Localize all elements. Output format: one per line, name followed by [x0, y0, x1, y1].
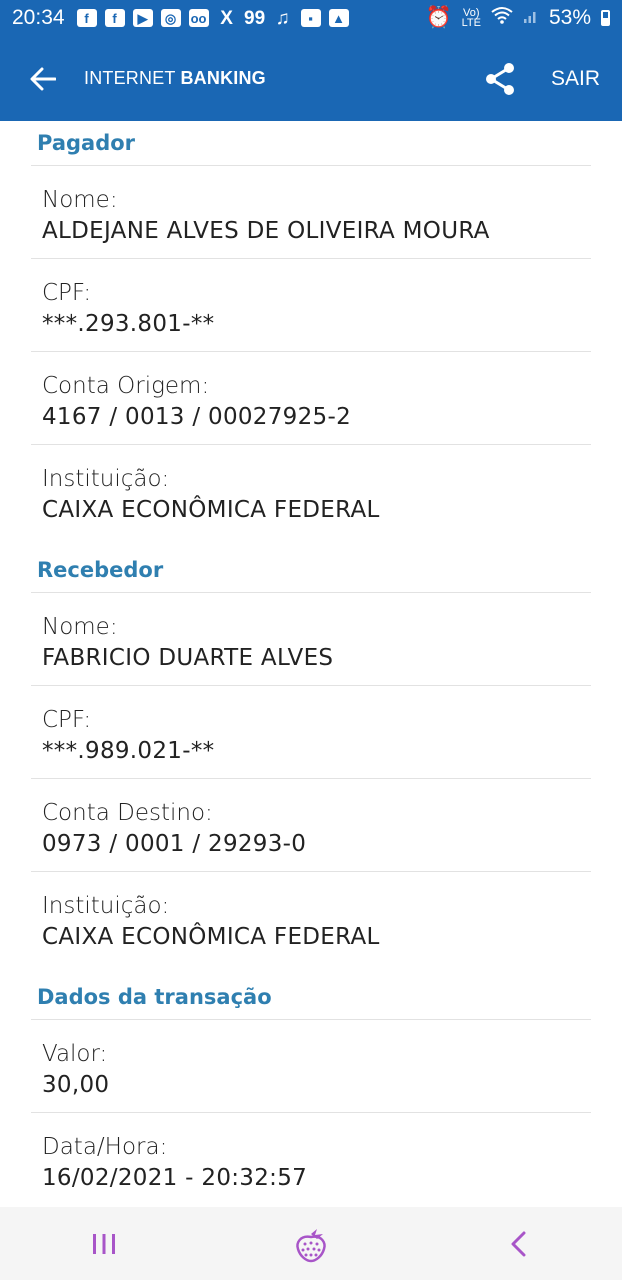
pagador-section: Pagador Nome: ALDEJANE ALVES DE OLIVEIRA…: [0, 121, 622, 537]
recent-apps-icon: [92, 1233, 115, 1254]
field-label: Valor:: [42, 1041, 108, 1067]
home-button[interactable]: [281, 1214, 341, 1274]
back-chevron-icon: [511, 1231, 526, 1256]
system-status: ⏰ Vo) LTE 53%: [425, 6, 610, 30]
field-value: FABRICIO DUARTE ALVES: [42, 645, 334, 671]
signal-icon: [523, 6, 539, 30]
dropbox-icon: ▪: [300, 9, 321, 27]
section-title: Dados da transação: [37, 985, 272, 1009]
detail-row: CPF: ***.293.801-**: [31, 258, 591, 351]
status-bar: 20:34 f f ▶ ◎ oo X 99 ♫ ▪ ▲ ⏰ Vo) LTE 53…: [0, 0, 622, 36]
field-label: Nome:: [42, 614, 118, 640]
field-value: 30,00: [42, 1072, 110, 1098]
battery-percent: 53%: [548, 6, 591, 29]
detail-row: Nome: ALDEJANE ALVES DE OLIVEIRA MOURA: [31, 165, 591, 258]
app-bar: INTERNET BANKING SAIR: [0, 36, 622, 121]
facebook-icon: f: [76, 9, 97, 27]
back-arrow-icon[interactable]: [28, 64, 58, 94]
status-time: 20:34: [12, 6, 65, 29]
detail-row: CPF: ***.989.021-**: [31, 685, 591, 778]
section-title: Pagador: [37, 131, 136, 155]
field-value: CAIXA ECONÔMICA FEDERAL: [42, 497, 380, 523]
battery-icon: [601, 10, 610, 26]
wifi-icon: [491, 6, 513, 30]
recent-apps-button[interactable]: [74, 1214, 134, 1274]
gallery-icon: ▲: [328, 9, 349, 27]
field-label: Instituição:: [42, 466, 170, 492]
x-icon: X: [220, 7, 233, 29]
field-value: 16/02/2021 - 20:32:57: [42, 1165, 308, 1191]
section-title: Recebedor: [37, 558, 164, 582]
transacao-section: Dados da transação Valor: 30,00 Data/Hor…: [0, 975, 622, 1205]
share-icon[interactable]: [483, 62, 517, 96]
facebook-icon: f: [104, 9, 125, 27]
receipt-content[interactable]: Pagador Nome: ALDEJANE ALVES DE OLIVEIRA…: [0, 121, 622, 1207]
alarm-icon: ⏰: [425, 6, 452, 29]
field-value: CAIXA ECONÔMICA FEDERAL: [42, 924, 380, 950]
voicemail-icon: oo: [188, 9, 209, 27]
99-icon: 99: [244, 7, 266, 29]
field-value: ***.989.021-**: [42, 738, 215, 764]
field-label: CPF:: [42, 707, 92, 733]
strawberry-home-icon: [296, 1228, 326, 1262]
field-value: ALDEJANE ALVES DE OLIVEIRA MOURA: [42, 218, 490, 244]
field-label: Conta Origem:: [42, 373, 210, 399]
field-label: Instituição:: [42, 893, 170, 919]
detail-row: Conta Destino: 0973 / 0001 / 29293-0: [31, 778, 591, 871]
app-title: INTERNET BANKING: [84, 68, 266, 88]
system-nav-bar: [0, 1207, 622, 1280]
detail-row: Data/Hora: 16/02/2021 - 20:32:57: [31, 1112, 591, 1205]
field-label: Nome:: [42, 187, 118, 213]
detail-row: Instituição: CAIXA ECONÔMICA FEDERAL: [31, 871, 591, 964]
detail-row: Nome: FABRICIO DUARTE ALVES: [31, 592, 591, 685]
logout-button[interactable]: SAIR: [551, 67, 600, 91]
instagram-icon: ◎: [160, 9, 181, 27]
music-icon: ♫: [275, 7, 290, 29]
detail-row: Conta Origem: 4167 / 0013 / 00027925-2: [31, 351, 591, 444]
field-value: 4167 / 0013 / 00027925-2: [42, 404, 352, 430]
detail-row: Valor: 30,00: [31, 1019, 591, 1112]
field-value: 0973 / 0001 / 29293-0: [42, 831, 307, 857]
field-value: ***.293.801-**: [42, 311, 215, 337]
volte-icon: Vo) LTE: [461, 7, 481, 29]
detail-row: Instituição: CAIXA ECONÔMICA FEDERAL: [31, 444, 591, 537]
field-label: Conta Destino:: [42, 800, 213, 826]
field-label: Data/Hora:: [42, 1134, 168, 1160]
back-button[interactable]: [488, 1214, 548, 1274]
recebedor-section: Recebedor Nome: FABRICIO DUARTE ALVES CP…: [0, 548, 622, 964]
youtube-icon: ▶: [132, 9, 153, 27]
notification-icons: f f ▶ ◎ oo X 99 ♫ ▪ ▲: [76, 7, 349, 29]
field-label: CPF:: [42, 280, 92, 306]
